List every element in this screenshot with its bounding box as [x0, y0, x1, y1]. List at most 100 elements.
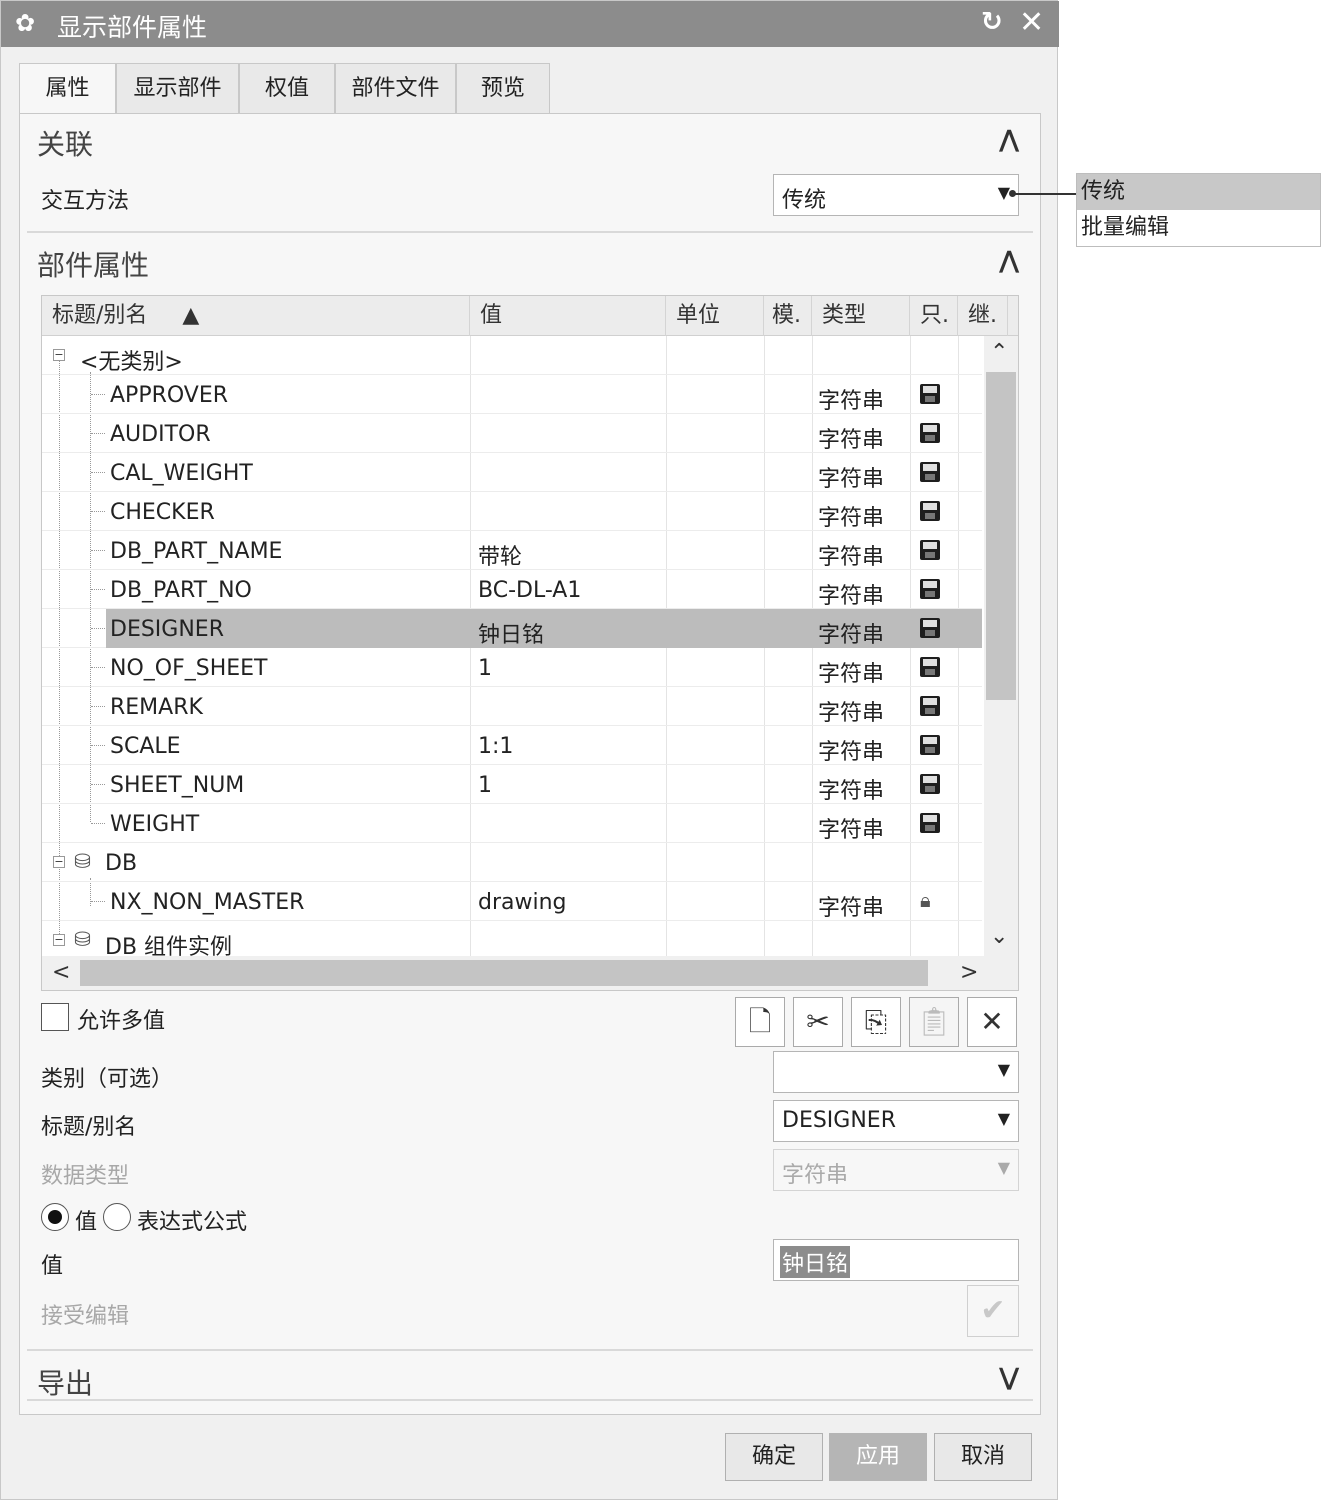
row-title: APPROVER	[110, 383, 229, 408]
value-radio[interactable]	[41, 1203, 69, 1231]
title-alias-dropdown[interactable]: DESIGNER ▼	[773, 1100, 1019, 1142]
collapse-part-attributes-icon[interactable]: ⋀	[999, 246, 1019, 274]
tree-group-row[interactable]: − <无类别>	[42, 336, 982, 375]
expand-export-icon[interactable]: ⋁	[999, 1363, 1019, 1391]
tree-line	[91, 667, 105, 668]
scroll-left-icon[interactable]: <	[52, 960, 70, 985]
table-row[interactable]: AUDITOR 字符串	[42, 414, 982, 453]
category-dropdown[interactable]: ▼	[773, 1051, 1019, 1093]
delete-button[interactable]: ✕	[967, 997, 1017, 1047]
table-row[interactable]: WEIGHT 字符串	[42, 804, 982, 843]
sort-ascending-icon: ▲	[182, 303, 200, 328]
horizontal-scroll-thumb[interactable]	[80, 960, 928, 986]
table-row[interactable]: DB_PART_NAME 带轮 字符串	[42, 531, 982, 570]
new-file-icon: 🗋	[748, 1005, 772, 1038]
table-row[interactable]: CAL_WEIGHT 字符串	[42, 453, 982, 492]
tab-weight[interactable]: 权值	[239, 63, 335, 115]
popup-option-traditional[interactable]: 传统	[1077, 174, 1320, 210]
row-title: AUDITOR	[110, 422, 211, 447]
apply-button[interactable]: 应用	[829, 1433, 927, 1481]
row-value: 带轮	[478, 545, 523, 570]
table-row[interactable]: SHEET_NUM 1 字符串	[42, 765, 982, 804]
column-header-mode[interactable]: 模.	[764, 296, 812, 336]
table-row[interactable]: APPROVER 字符串	[42, 375, 982, 414]
row-type: 字符串	[818, 740, 885, 765]
vertical-scroll-thumb[interactable]	[986, 372, 1016, 700]
collapse-association-icon[interactable]: ⋀	[999, 125, 1019, 153]
accept-edit-button[interactable]: ✔	[967, 1285, 1019, 1337]
save-icon	[920, 501, 940, 521]
table-row[interactable]: REMARK 字符串	[42, 687, 982, 726]
row-type: 字符串	[818, 428, 885, 453]
row-value: drawing	[478, 890, 567, 915]
reset-icon[interactable]: ↻	[981, 7, 1003, 37]
row-type: 字符串	[818, 662, 885, 687]
group-label: <无类别>	[80, 350, 183, 375]
table-row[interactable]: CHECKER 字符串	[42, 492, 982, 531]
tab-preview[interactable]: 预览	[456, 63, 550, 115]
row-value: 1	[478, 773, 492, 798]
expression-radio[interactable]	[103, 1203, 131, 1231]
database-icon: ⛁	[74, 849, 91, 873]
tab-attributes[interactable]: 属性	[19, 63, 116, 117]
scroll-right-icon[interactable]: >	[960, 960, 978, 985]
scroll-down-icon[interactable]: ⌄	[990, 924, 1008, 949]
tree-line	[91, 394, 105, 395]
save-icon	[920, 696, 940, 716]
lock-icon: 🔒︎	[920, 888, 931, 912]
interaction-method-value: 传统	[782, 188, 827, 213]
copy-icon: ⎘	[864, 1005, 888, 1038]
window-title: 显示部件属性	[57, 13, 208, 42]
tab-part-file[interactable]: 部件文件	[335, 63, 456, 115]
tree-line	[91, 472, 105, 473]
new-attribute-button[interactable]: 🗋	[735, 997, 785, 1047]
section-export-title: 导出	[37, 1367, 94, 1400]
tree-group-row[interactable]: − ⛁ DB 组件实例	[42, 921, 982, 960]
checkmark-icon: ✔	[980, 1293, 1006, 1328]
save-icon	[920, 774, 940, 794]
collapse-node-icon[interactable]: −	[53, 349, 65, 361]
data-type-label: 数据类型	[41, 1164, 130, 1189]
interaction-method-dropdown[interactable]: 传统 ▼	[773, 174, 1019, 216]
collapse-node-icon[interactable]: −	[53, 856, 65, 868]
column-header-value[interactable]: 值	[470, 296, 666, 336]
collapse-node-icon[interactable]: −	[53, 934, 65, 946]
title-alias-value: DESIGNER	[782, 1108, 896, 1133]
table-row[interactable]: SCALE 1:1 字符串	[42, 726, 982, 765]
cut-button[interactable]: ✂	[793, 997, 843, 1047]
callout-line	[1012, 193, 1076, 195]
ok-button[interactable]: 确定	[725, 1433, 823, 1481]
database-icon: ⛁	[74, 927, 91, 951]
popup-option-batch-edit[interactable]: 批量编辑	[1077, 210, 1320, 246]
column-header-title[interactable]: 标题/别名 ▲	[42, 296, 470, 336]
row-type: 字符串	[818, 701, 885, 726]
table-row[interactable]: NO_OF_SHEET 1 字符串	[42, 648, 982, 687]
title-alias-label: 标题/别名	[41, 1115, 137, 1140]
column-header-inherited[interactable]: 继.	[958, 296, 1008, 336]
value-label: 值	[41, 1254, 64, 1279]
tree-group-row[interactable]: − ⛁ DB	[42, 843, 982, 882]
paste-button[interactable]: 📋︎	[909, 997, 959, 1047]
tree-line	[91, 784, 105, 785]
table-row[interactable]: NX_NON_MASTER drawing 字符串 🔒︎	[42, 882, 982, 921]
row-type: 字符串	[818, 467, 885, 492]
allow-multi-value-checkbox[interactable]	[41, 1003, 69, 1031]
close-icon[interactable]: ✕	[1019, 5, 1044, 40]
table-row-selected[interactable]: DESIGNER 钟日铭 字符串	[42, 609, 982, 648]
scroll-up-icon[interactable]: ⌃	[990, 340, 1008, 365]
dialog-window: ✿ 显示部件属性 ↻ ✕ 属性 显示部件 权值 部件文件 预览 关联 ⋀ 交互方…	[0, 0, 1059, 1500]
data-type-dropdown[interactable]: 字符串 ▼	[773, 1149, 1019, 1191]
tree-line	[91, 706, 105, 707]
column-header-unit[interactable]: 单位	[666, 296, 764, 336]
row-type: 字符串	[818, 389, 885, 414]
column-header-readonly[interactable]: 只.	[910, 296, 958, 336]
row-title: SHEET_NUM	[110, 773, 245, 798]
row-title: SCALE	[110, 734, 181, 759]
copy-button[interactable]: ⎘	[851, 997, 901, 1047]
cancel-button[interactable]: 取消	[934, 1433, 1032, 1481]
row-title: CHECKER	[110, 500, 215, 525]
column-header-type[interactable]: 类型	[812, 296, 910, 336]
tab-display-part[interactable]: 显示部件	[116, 63, 239, 115]
table-row[interactable]: DB_PART_NO BC-DL-A1 字符串	[42, 570, 982, 609]
value-input[interactable]: 钟日铭	[773, 1239, 1019, 1281]
